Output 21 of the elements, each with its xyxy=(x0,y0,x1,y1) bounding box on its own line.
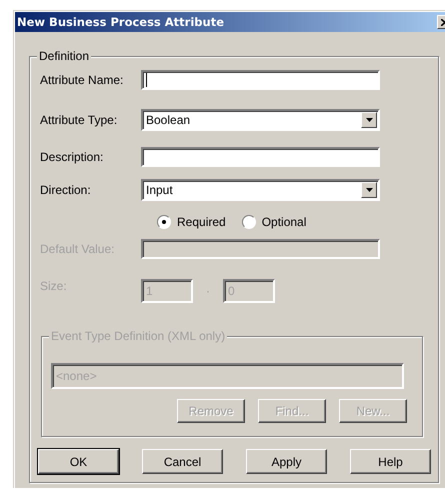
separator-dot: · xyxy=(206,283,210,300)
group-label: Definition xyxy=(37,49,92,63)
radio-label: Optional xyxy=(262,215,306,229)
dropdown-arrow-icon xyxy=(366,188,372,192)
field-label: Description: xyxy=(40,150,104,164)
dialog-button[interactable]: Apply xyxy=(246,449,327,474)
dialog-button[interactable]: OK xyxy=(38,449,119,474)
window-title: New Business Process Attribute xyxy=(17,15,224,29)
field-label: Attribute Type: xyxy=(40,113,118,127)
input-field[interactable] xyxy=(141,70,380,90)
dropdown[interactable]: Input xyxy=(141,179,380,201)
dialog-button[interactable]: Help xyxy=(350,449,431,474)
field-label: Direction: xyxy=(40,183,92,197)
dropdown[interactable]: Boolean xyxy=(141,109,380,131)
input-field[interactable] xyxy=(141,147,380,167)
field-label: Attribute Name: xyxy=(40,73,124,87)
radio-button[interactable] xyxy=(242,215,256,229)
radio-label: Required xyxy=(177,215,226,229)
dropdown-arrow-icon xyxy=(366,118,372,122)
radio-button[interactable] xyxy=(157,215,171,229)
dialog-button[interactable]: Cancel xyxy=(142,449,223,474)
